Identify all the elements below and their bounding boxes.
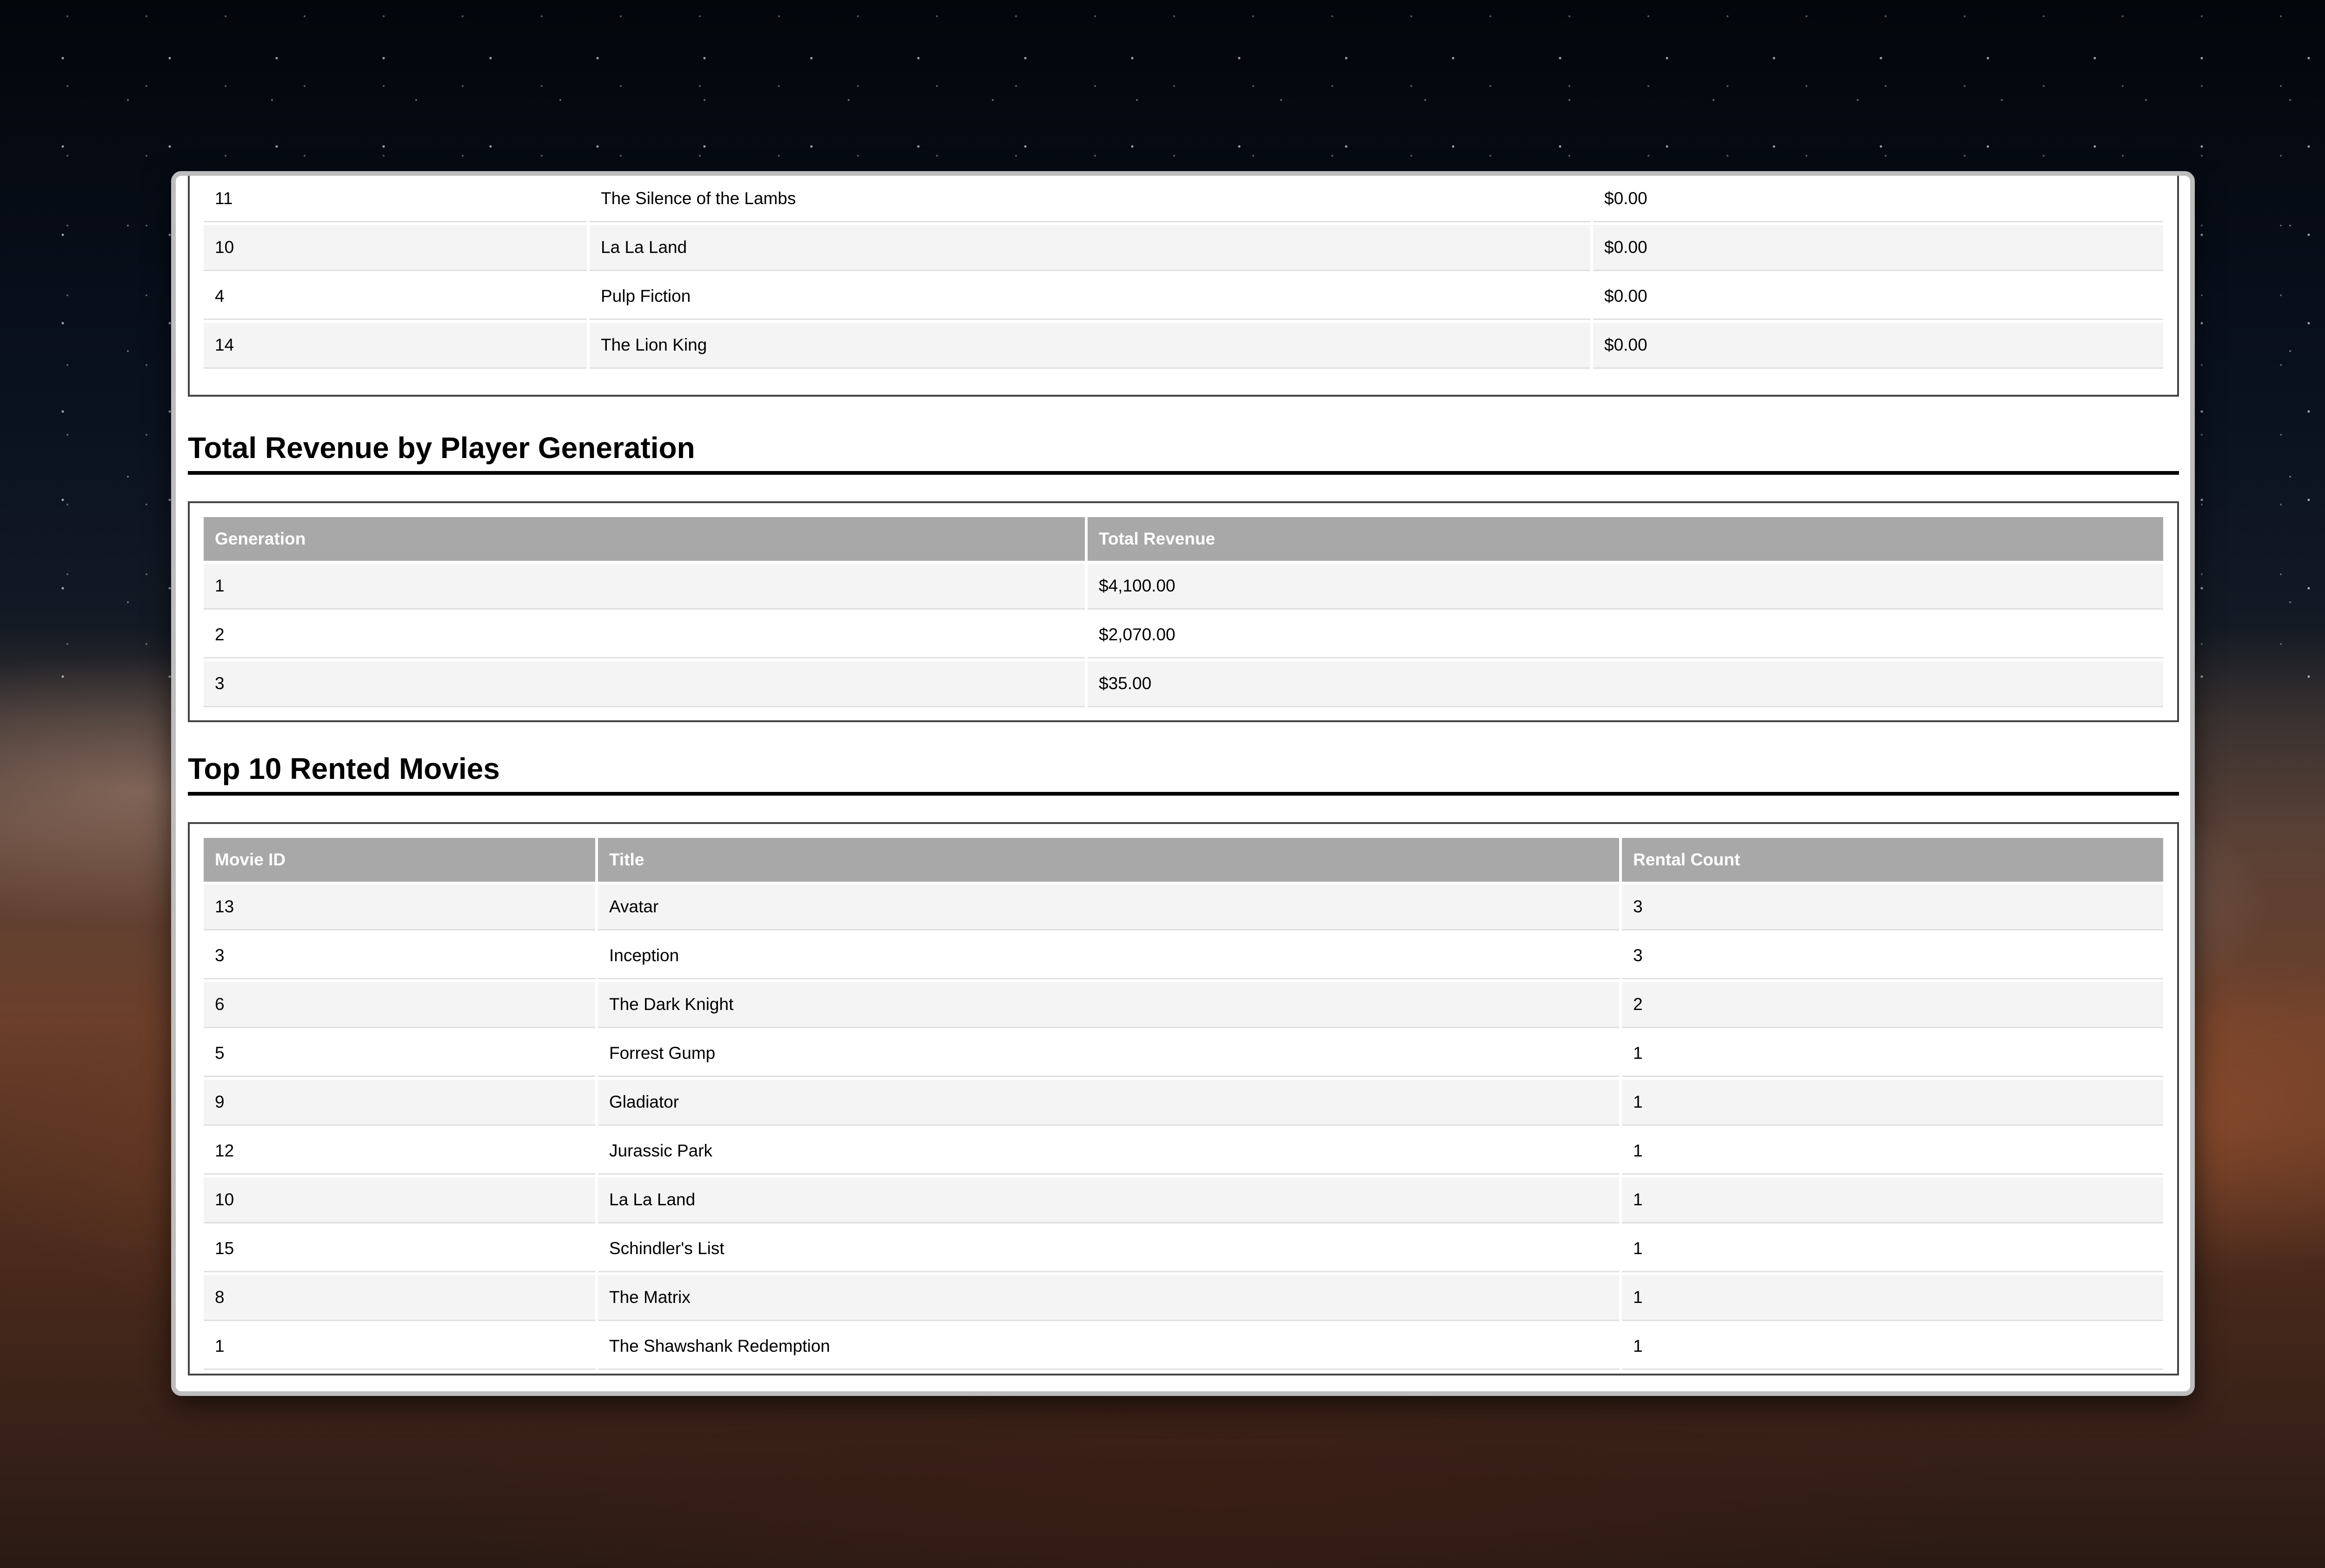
rental-count-cell: 1 (1622, 1275, 2163, 1321)
table-row: 10 La La Land 1 (204, 1177, 2163, 1223)
movie-title-cell: Pulp Fiction (590, 274, 1590, 320)
table-row: 3 Inception 3 (204, 933, 2163, 979)
column-header-movie-id: Movie ID (204, 838, 595, 882)
column-header-generation: Generation (204, 517, 1085, 561)
rental-count-cell: 1 (1622, 1226, 2163, 1272)
movie-id-cell: 9 (204, 1080, 595, 1126)
movie-id-cell: 4 (204, 274, 587, 320)
movie-id-cell: 11 (204, 176, 587, 222)
revenue-cell: $0.00 (1593, 225, 2163, 271)
section-title-top-rented: Top 10 Rented Movies (188, 750, 2179, 796)
column-header-rental-count: Rental Count (1622, 838, 2163, 882)
generation-cell: 3 (204, 661, 1085, 707)
table-row: 2 $2,070.00 (204, 612, 2163, 658)
revenue-cell: $0.00 (1593, 323, 2163, 369)
table-row: 8 The Matrix 1 (204, 1275, 2163, 1321)
movie-title-cell: The Shawshank Redemption (598, 1324, 1619, 1370)
rental-count-cell: 1 (1622, 1080, 2163, 1126)
movie-id-cell: 5 (204, 1031, 595, 1077)
column-header-total-revenue: Total Revenue (1088, 517, 2163, 561)
rental-count-cell: 3 (1622, 933, 2163, 979)
column-header-title: Title (598, 838, 1619, 882)
table-row: 10 La La Land $0.00 (204, 225, 2163, 271)
movie-title-cell: Gladiator (598, 1080, 1619, 1126)
top-rented-table-frame: Movie ID Title Rental Count 13 Avatar 3 … (188, 822, 2179, 1375)
movie-title-cell: Schindler's List (598, 1226, 1619, 1272)
generation-revenue-table-frame: Generation Total Revenue 1 $4,100.00 2 $… (188, 501, 2179, 722)
rental-count-cell: 2 (1622, 982, 2163, 1028)
table-row: 12 Jurassic Park 1 (204, 1129, 2163, 1175)
table-row: 9 Gladiator 1 (204, 1080, 2163, 1126)
table-header-row: Movie ID Title Rental Count (204, 838, 2163, 882)
table-row: 6 The Dark Knight 2 (204, 982, 2163, 1028)
movie-title-cell: Inception (598, 933, 1619, 979)
movie-id-cell: 8 (204, 1275, 595, 1321)
revenue-cell: $0.00 (1593, 176, 2163, 222)
table-row (204, 171, 2163, 173)
movie-id-cell: 1 (204, 1324, 595, 1370)
movie-title-cell: The Lion King (590, 323, 1590, 369)
table-row: 14 The Lion King $0.00 (204, 323, 2163, 369)
movie-id-cell: 12 (204, 1129, 595, 1175)
movie-id-cell: 14 (204, 323, 587, 369)
top-rented-table: Movie ID Title Rental Count 13 Avatar 3 … (201, 835, 2166, 1373)
table-row: 4 Pulp Fiction $0.00 (204, 274, 2163, 320)
table-header-row: Generation Total Revenue (204, 517, 2163, 561)
total-revenue-cell: $4,100.00 (1088, 564, 2163, 610)
movie-title-cell: La La Land (598, 1177, 1619, 1223)
generation-revenue-table: Generation Total Revenue 1 $4,100.00 2 $… (201, 514, 2166, 710)
generation-cell: 1 (204, 564, 1085, 610)
total-revenue-cell: $35.00 (1088, 661, 2163, 707)
movie-title-cell: Jurassic Park (598, 1129, 1619, 1175)
rental-count-cell: 3 (1622, 884, 2163, 930)
movie-title-cell: The Dark Knight (598, 982, 1619, 1028)
rental-count-cell: 1 (1622, 1324, 2163, 1370)
movie-revenue-table-frame: 11 The Silence of the Lambs $0.00 10 La … (188, 171, 2179, 397)
movie-title-cell: Forrest Gump (598, 1031, 1619, 1077)
movie-id-cell: 6 (204, 982, 595, 1028)
movie-id-cell: 15 (204, 1226, 595, 1272)
rental-count-cell: 1 (1622, 1177, 2163, 1223)
table-row: 15 Schindler's List 1 (204, 1226, 2163, 1272)
table-row: 13 Avatar 3 (204, 884, 2163, 930)
rental-count-cell: 1 (1622, 1031, 2163, 1077)
app-window: 11 The Silence of the Lambs $0.00 10 La … (171, 171, 2195, 1396)
generation-cell: 2 (204, 612, 1085, 658)
movie-title-cell: The Silence of the Lambs (590, 176, 1590, 222)
movie-id-cell: 10 (204, 1177, 595, 1223)
total-revenue-cell: $2,070.00 (1088, 612, 2163, 658)
table-row: 5 Forrest Gump 1 (204, 1031, 2163, 1077)
rental-count-cell: 1 (1622, 1129, 2163, 1175)
movie-id-cell: 3 (204, 933, 595, 979)
table-row: 1 $4,100.00 (204, 564, 2163, 610)
section-title-revenue-by-generation: Total Revenue by Player Generation (188, 429, 2179, 475)
movie-title-cell: La La Land (590, 225, 1590, 271)
table-row: 3 $35.00 (204, 661, 2163, 707)
table-row: 11 The Silence of the Lambs $0.00 (204, 176, 2163, 222)
movie-revenue-table: 11 The Silence of the Lambs $0.00 10 La … (201, 171, 2166, 372)
revenue-cell: $0.00 (1593, 274, 2163, 320)
movie-title-cell: The Matrix (598, 1275, 1619, 1321)
movie-title-cell: Avatar (598, 884, 1619, 930)
table-row: 1 The Shawshank Redemption 1 (204, 1324, 2163, 1370)
movie-id-cell: 10 (204, 225, 587, 271)
movie-id-cell: 13 (204, 884, 595, 930)
